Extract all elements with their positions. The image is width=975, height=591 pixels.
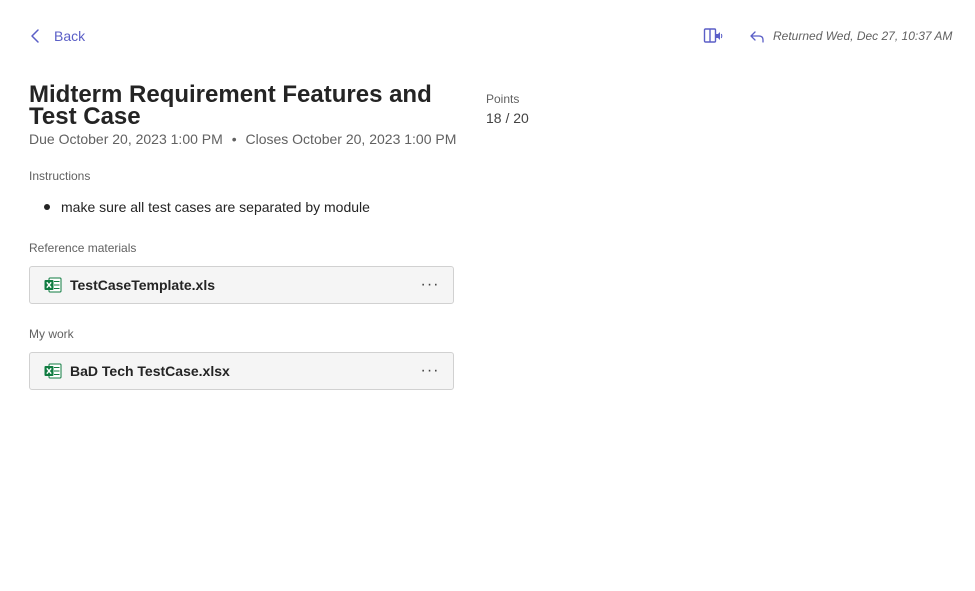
assignment-page: Back Returned Wed, Dec 27, 10:37 AM Midt… [0, 0, 975, 591]
my-work-label: My work [29, 327, 74, 341]
points-value: 18 / 20 [486, 110, 529, 126]
more-options-button[interactable]: ··· [417, 358, 443, 384]
back-label: Back [54, 28, 86, 44]
due-date: Due October 20, 2023 1:00 PM [29, 131, 223, 147]
bullet [44, 204, 50, 210]
immersive-reader-icon [703, 28, 723, 49]
my-work-file-card[interactable]: BaD Tech TestCase.xlsx ··· [29, 352, 454, 390]
returned-label: Returned Wed, Dec 27, 10:37 AM [773, 29, 953, 43]
immersive-reader-button[interactable] [703, 27, 723, 45]
file-name: TestCaseTemplate.xls [70, 277, 215, 293]
instructions-label: Instructions [29, 169, 91, 183]
file-name: BaD Tech TestCase.xlsx [70, 363, 230, 379]
reference-file-card[interactable]: TestCaseTemplate.xls ··· [29, 266, 454, 304]
points-label: Points [486, 92, 520, 106]
due-dates: Due October 20, 2023 1:00 PM • Closes Oc… [29, 131, 456, 147]
separator-dot: • [231, 131, 237, 147]
more-options-button[interactable]: ··· [417, 272, 443, 298]
excel-file-icon [44, 363, 62, 379]
excel-file-icon [44, 277, 62, 293]
instruction-text: make sure all test cases are separated b… [61, 199, 370, 215]
reply-arrow-icon [749, 29, 765, 43]
instructions-list: make sure all test cases are separated b… [29, 199, 370, 215]
assignment-title: Midterm Requirement Features and Test Ca… [29, 81, 432, 130]
close-date: Closes October 20, 2023 1:00 PM [245, 131, 457, 147]
list-item: make sure all test cases are separated b… [29, 199, 370, 215]
returned-status: Returned Wed, Dec 27, 10:37 AM [749, 29, 952, 43]
chevron-left-icon [30, 27, 46, 45]
back-button[interactable]: Back [30, 27, 85, 45]
reference-materials-label: Reference materials [29, 241, 137, 255]
